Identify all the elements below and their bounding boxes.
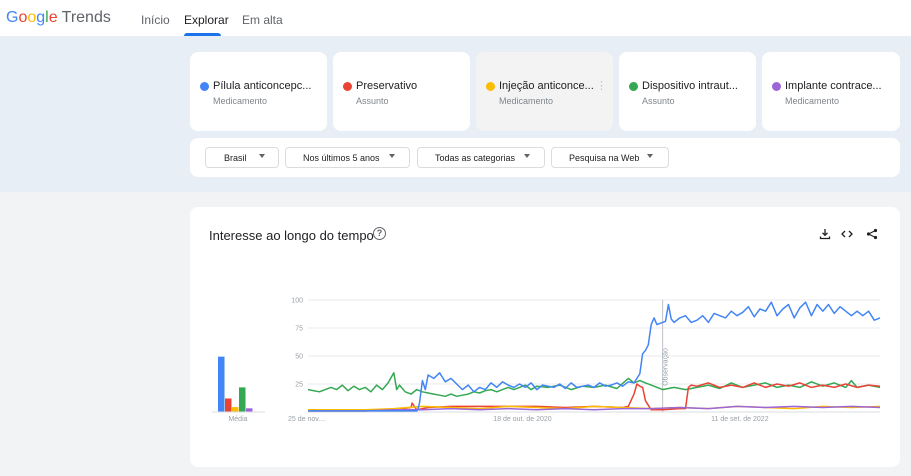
term-color-dot — [200, 82, 209, 91]
term-color-dot — [486, 82, 495, 91]
filter-region-label: Brasil — [224, 153, 247, 163]
filter-search-type[interactable]: Pesquisa na Web — [551, 147, 669, 168]
term-card-4[interactable]: Dispositivo intraut... Assunto — [619, 52, 756, 131]
term-name: Preservativo — [356, 80, 418, 92]
term-card-1[interactable]: Pílula anticoncepc... Medicamento — [190, 52, 327, 131]
x-tick-label: 11 de set. de 2022 — [711, 416, 769, 423]
interest-over-time-card: Interesse ao longo do tempo ? 100 75 50 25 2… — [190, 207, 900, 467]
filter-bar: Brasil Nos últimos 5 anos Todas as categ… — [190, 138, 900, 177]
filter-region[interactable]: Brasil — [205, 147, 279, 168]
average-bar — [218, 356, 225, 412]
caret-down-icon — [259, 154, 265, 158]
average-bar — [246, 408, 253, 412]
average-bar — [239, 387, 246, 412]
term-name: Pílula anticoncepc... — [213, 80, 312, 92]
term-color-dot — [772, 82, 781, 91]
filter-category-label: Todas as categorias — [435, 153, 516, 163]
term-name: Dispositivo intraut... — [642, 80, 738, 92]
average-label: Média — [228, 416, 247, 423]
nav-inicio[interactable]: Início — [141, 13, 170, 27]
term-type: Medicamento — [785, 96, 840, 106]
term-color-dot — [343, 82, 352, 91]
term-card-3[interactable]: Injeção anticonce... Medicamento ⋮ — [476, 52, 613, 131]
y-tick-label: 50 — [295, 354, 303, 361]
annotation-label: Observação — [663, 348, 670, 386]
filter-time-range-label: Nos últimos 5 anos — [303, 153, 380, 163]
y-tick-label: 100 — [291, 298, 303, 305]
nav-em-alta[interactable]: Em alta — [242, 13, 283, 27]
logo-trends-word: Trends — [61, 9, 111, 26]
y-tick-label: 75 — [295, 326, 303, 333]
term-type: Medicamento — [499, 96, 554, 106]
average-bar — [232, 407, 239, 412]
term-type: Assunto — [642, 96, 675, 106]
filter-category[interactable]: Todas as categorias — [417, 147, 545, 168]
term-type: Assunto — [356, 96, 389, 106]
term-card-5[interactable]: Implante contrace... Medicamento — [762, 52, 900, 131]
caret-down-icon — [524, 154, 530, 158]
term-card-2[interactable]: Preservativo Assunto — [333, 52, 470, 131]
filter-time-range[interactable]: Nos últimos 5 anos — [285, 147, 410, 168]
y-tick-label: 25 — [295, 382, 303, 389]
x-tick-label: 18 de out. de 2020 — [493, 416, 551, 423]
term-name: Implante contrace... — [785, 80, 882, 92]
google-trends-logo[interactable]: Google Trends — [6, 9, 111, 27]
logo-google-word: Google — [6, 9, 58, 26]
interest-line-chart: 100 75 50 25 25 de nov.... 18 de out. de 2020… — [212, 298, 881, 423]
series-line-pilula — [308, 301, 881, 412]
more-vert-icon[interactable]: ⋮ — [596, 81, 607, 92]
top-app-bar: Google Trends Início Explorar Em alta — [0, 0, 911, 36]
term-type: Medicamento — [213, 96, 268, 106]
caret-down-icon — [389, 154, 395, 158]
caret-down-icon — [647, 154, 653, 158]
nav-explorar[interactable]: Explorar — [184, 13, 229, 27]
filter-search-type-label: Pesquisa na Web — [569, 153, 640, 163]
average-bar — [225, 398, 232, 412]
term-color-dot — [629, 82, 638, 91]
x-tick-label: 25 de nov.... — [288, 416, 326, 423]
term-name: Injeção anticonce... — [499, 80, 594, 92]
